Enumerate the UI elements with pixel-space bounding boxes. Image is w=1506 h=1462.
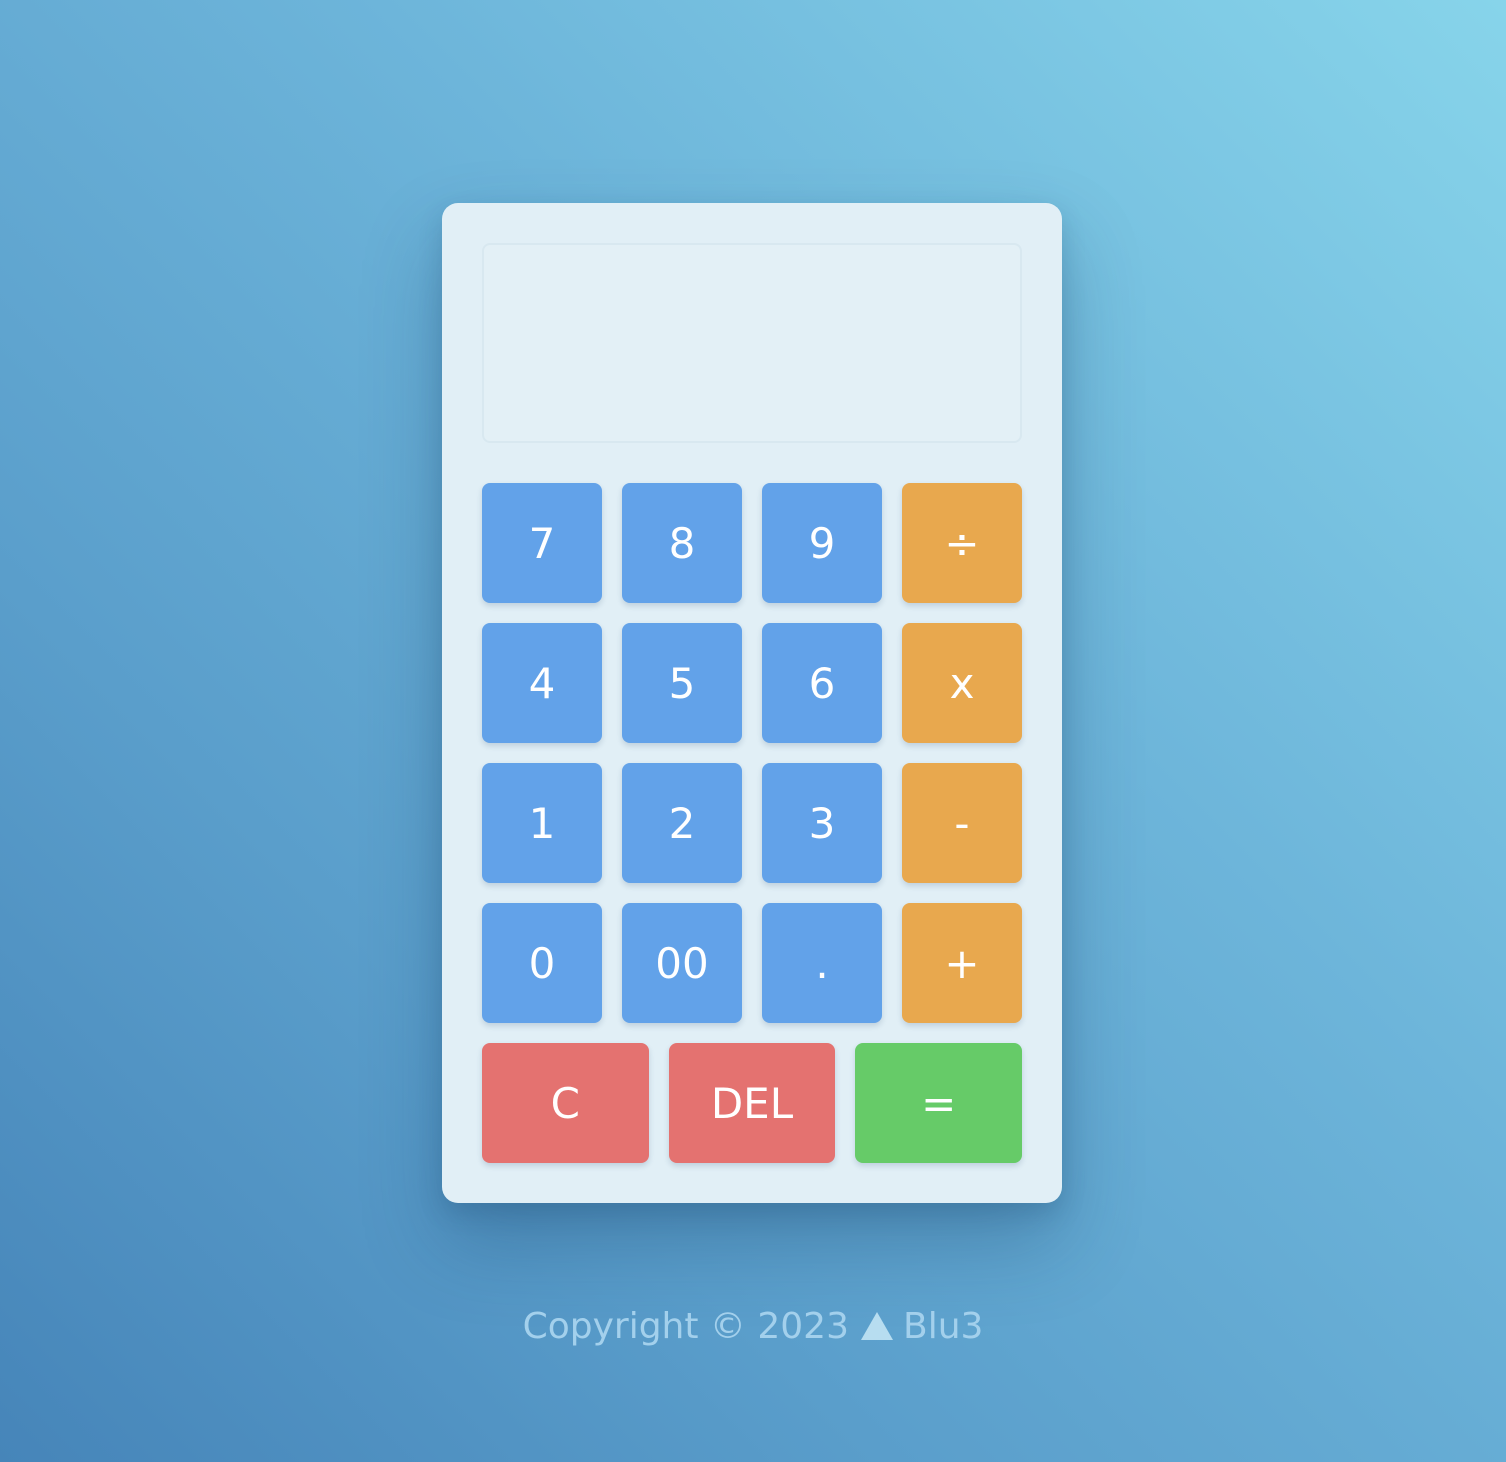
subtract-button[interactable]: - bbox=[902, 763, 1022, 883]
copyright-text: Copyright © 2023 bbox=[522, 1306, 849, 1347]
add-button[interactable]: + bbox=[902, 903, 1022, 1023]
footer: Copyright © 2023 Blu3 bbox=[0, 1306, 1506, 1347]
key-4-button[interactable]: 4 bbox=[482, 623, 602, 743]
delete-button[interactable]: DEL bbox=[668, 1043, 836, 1163]
key-0-button[interactable]: 0 bbox=[482, 903, 602, 1023]
keypad: 7 8 9 ÷ 4 5 6 x 1 2 3 - 0 00 . + bbox=[482, 483, 1022, 1023]
equals-button[interactable]: = bbox=[855, 1043, 1022, 1163]
calculator-display bbox=[482, 243, 1022, 443]
key-9-button[interactable]: 9 bbox=[762, 483, 882, 603]
action-keys: C DEL = bbox=[482, 1043, 1022, 1163]
calculator: 7 8 9 ÷ 4 5 6 x 1 2 3 - 0 00 . + C DEL = bbox=[442, 203, 1062, 1203]
key-2-button[interactable]: 2 bbox=[622, 763, 742, 883]
key-7-button[interactable]: 7 bbox=[482, 483, 602, 603]
key-00-button[interactable]: 00 bbox=[622, 903, 742, 1023]
key-8-button[interactable]: 8 bbox=[622, 483, 742, 603]
multiply-button[interactable]: x bbox=[902, 623, 1022, 743]
clear-button[interactable]: C bbox=[482, 1043, 649, 1163]
key-5-button[interactable]: 5 bbox=[622, 623, 742, 743]
key-6-button[interactable]: 6 bbox=[762, 623, 882, 743]
triangle-logo-icon bbox=[861, 1312, 893, 1340]
key-3-button[interactable]: 3 bbox=[762, 763, 882, 883]
key-1-button[interactable]: 1 bbox=[482, 763, 602, 883]
decimal-point-button[interactable]: . bbox=[762, 903, 882, 1023]
brand-name: Blu3 bbox=[903, 1306, 984, 1347]
divide-button[interactable]: ÷ bbox=[902, 483, 1022, 603]
